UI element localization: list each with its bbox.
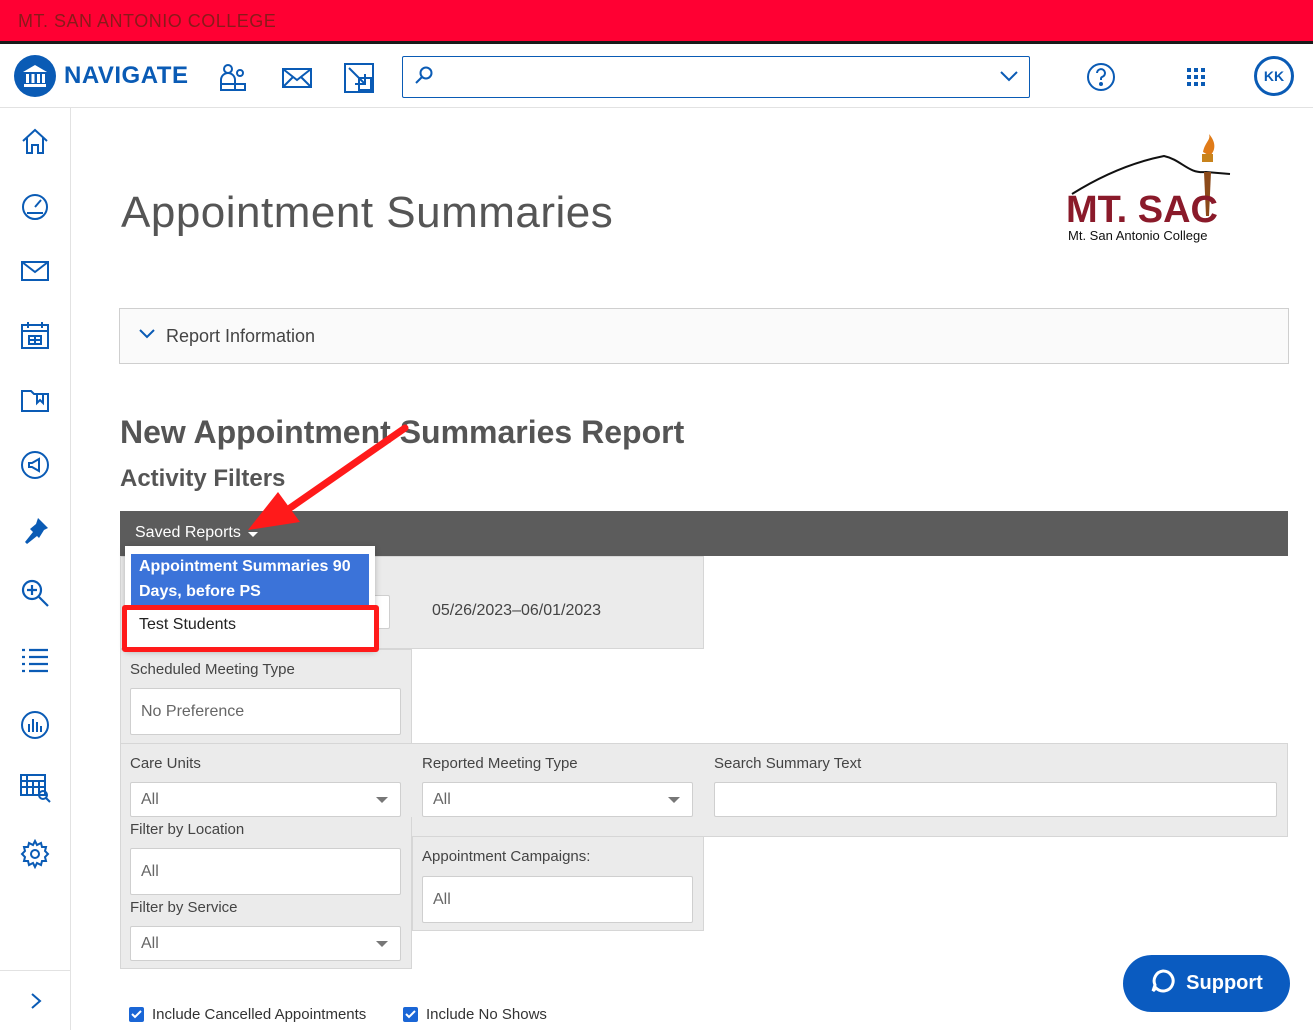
activity-filters-heading: Activity Filters — [120, 465, 286, 492]
date-range-value: 05/26/2023–06/01/2023 — [432, 602, 602, 619]
report-information-panel[interactable]: Report Information — [119, 308, 1289, 364]
campaigns-icon[interactable] — [18, 448, 52, 482]
left-sidebar — [0, 108, 71, 1030]
checkmark-icon — [129, 1007, 144, 1022]
scheduled-meeting-type-input[interactable]: No Preference — [130, 688, 401, 735]
filter-service-value: All — [141, 934, 159, 952]
svg-text:Mt. San Antonio College: Mt. San Antonio College — [1068, 228, 1207, 243]
report-heading: New Appointment Summaries Report — [120, 414, 685, 450]
brand-logo[interactable]: NAVIGATE — [14, 55, 188, 97]
dashboard-icon[interactable] — [18, 189, 52, 223]
caret-down-icon — [668, 796, 680, 803]
caret-down-icon — [376, 940, 388, 947]
page-title: Appointment Summaries — [121, 188, 614, 237]
college-name: MT. SAN ANTONIO COLLEGE — [18, 11, 277, 31]
message-icon[interactable] — [280, 61, 314, 95]
caret-down-icon[interactable] — [248, 532, 258, 537]
reported-meeting-type-select[interactable]: All — [422, 782, 693, 817]
search-icon[interactable] — [18, 576, 52, 610]
include-no-shows-label: Include No Shows — [426, 1006, 547, 1023]
reports-icon[interactable] — [18, 708, 52, 742]
settings-icon[interactable] — [18, 837, 52, 871]
apps-grid-icon[interactable] — [1186, 67, 1206, 92]
caret-down-icon — [376, 796, 388, 803]
support-button[interactable]: Support — [1123, 955, 1290, 1012]
support-label: Support — [1186, 972, 1263, 994]
checkmark-icon — [403, 1007, 418, 1022]
global-search-input[interactable] — [402, 56, 1030, 98]
filter-service-select[interactable]: All — [130, 926, 401, 961]
appointment-campaigns-label: Appointment Campaigns: — [422, 848, 591, 865]
chat-icon — [1150, 968, 1176, 1000]
saved-report-option-selected[interactable]: Appointment Summaries 90 Days, before PS — [131, 554, 369, 605]
pin-icon[interactable] — [18, 514, 52, 548]
help-icon[interactable] — [1086, 62, 1116, 97]
report-information-label: Report Information — [166, 326, 316, 346]
care-units-select[interactable]: All — [130, 782, 401, 817]
home-icon[interactable] — [18, 124, 52, 158]
chevron-down-icon[interactable] — [999, 69, 1019, 88]
include-cancelled-label: Include Cancelled Appointments — [152, 1006, 367, 1023]
quick-links-icon[interactable] — [342, 61, 376, 95]
brand-name: NAVIGATE — [64, 62, 189, 89]
saved-reports-toggle[interactable]: Saved Reports — [135, 524, 241, 542]
top-navbar: NAVIGATE KK — [0, 47, 1313, 108]
chevron-down-icon — [138, 327, 156, 346]
filter-service-label: Filter by Service — [130, 899, 238, 916]
scheduled-meeting-type-label: Scheduled Meeting Type — [130, 661, 295, 678]
user-avatar[interactable]: KK — [1254, 56, 1294, 96]
filter-location-input[interactable]: All — [130, 848, 401, 895]
list-icon[interactable] — [18, 643, 52, 677]
search-icon — [413, 65, 435, 92]
search-summary-input[interactable] — [714, 782, 1277, 817]
college-logo: MT. SAC Mt. San Antonio College — [1064, 134, 1236, 246]
reported-meeting-type-label: Reported Meeting Type — [422, 755, 578, 772]
expand-sidebar-button[interactable] — [0, 970, 71, 1030]
search-summary-label: Search Summary Text — [714, 755, 862, 772]
filter-location-label: Filter by Location — [130, 821, 245, 838]
svg-text:MT. SAC: MT. SAC — [1066, 189, 1218, 231]
highlight-box — [122, 605, 379, 652]
reported-meeting-type-value: All — [433, 790, 451, 808]
college-banner: MT. SAN ANTONIO COLLEGE — [0, 0, 1313, 44]
appointment-campaigns-input[interactable]: All — [422, 876, 693, 923]
calendar-icon[interactable] — [18, 318, 52, 352]
scheduled-meeting-type-value: No Preference — [141, 702, 245, 720]
message-icon[interactable] — [18, 254, 52, 288]
include-no-shows-checkbox[interactable]: Include No Shows — [403, 1006, 547, 1023]
filter-location-value: All — [141, 862, 159, 880]
analytics-icon[interactable] — [18, 771, 52, 805]
institution-icon — [14, 55, 56, 97]
care-units-value: All — [141, 790, 159, 808]
students-icon[interactable] — [216, 61, 250, 95]
care-units-label: Care Units — [130, 755, 201, 772]
folder-icon[interactable] — [18, 383, 52, 417]
include-cancelled-checkbox[interactable]: Include Cancelled Appointments — [129, 1006, 366, 1023]
appointment-campaigns-value: All — [433, 890, 451, 908]
